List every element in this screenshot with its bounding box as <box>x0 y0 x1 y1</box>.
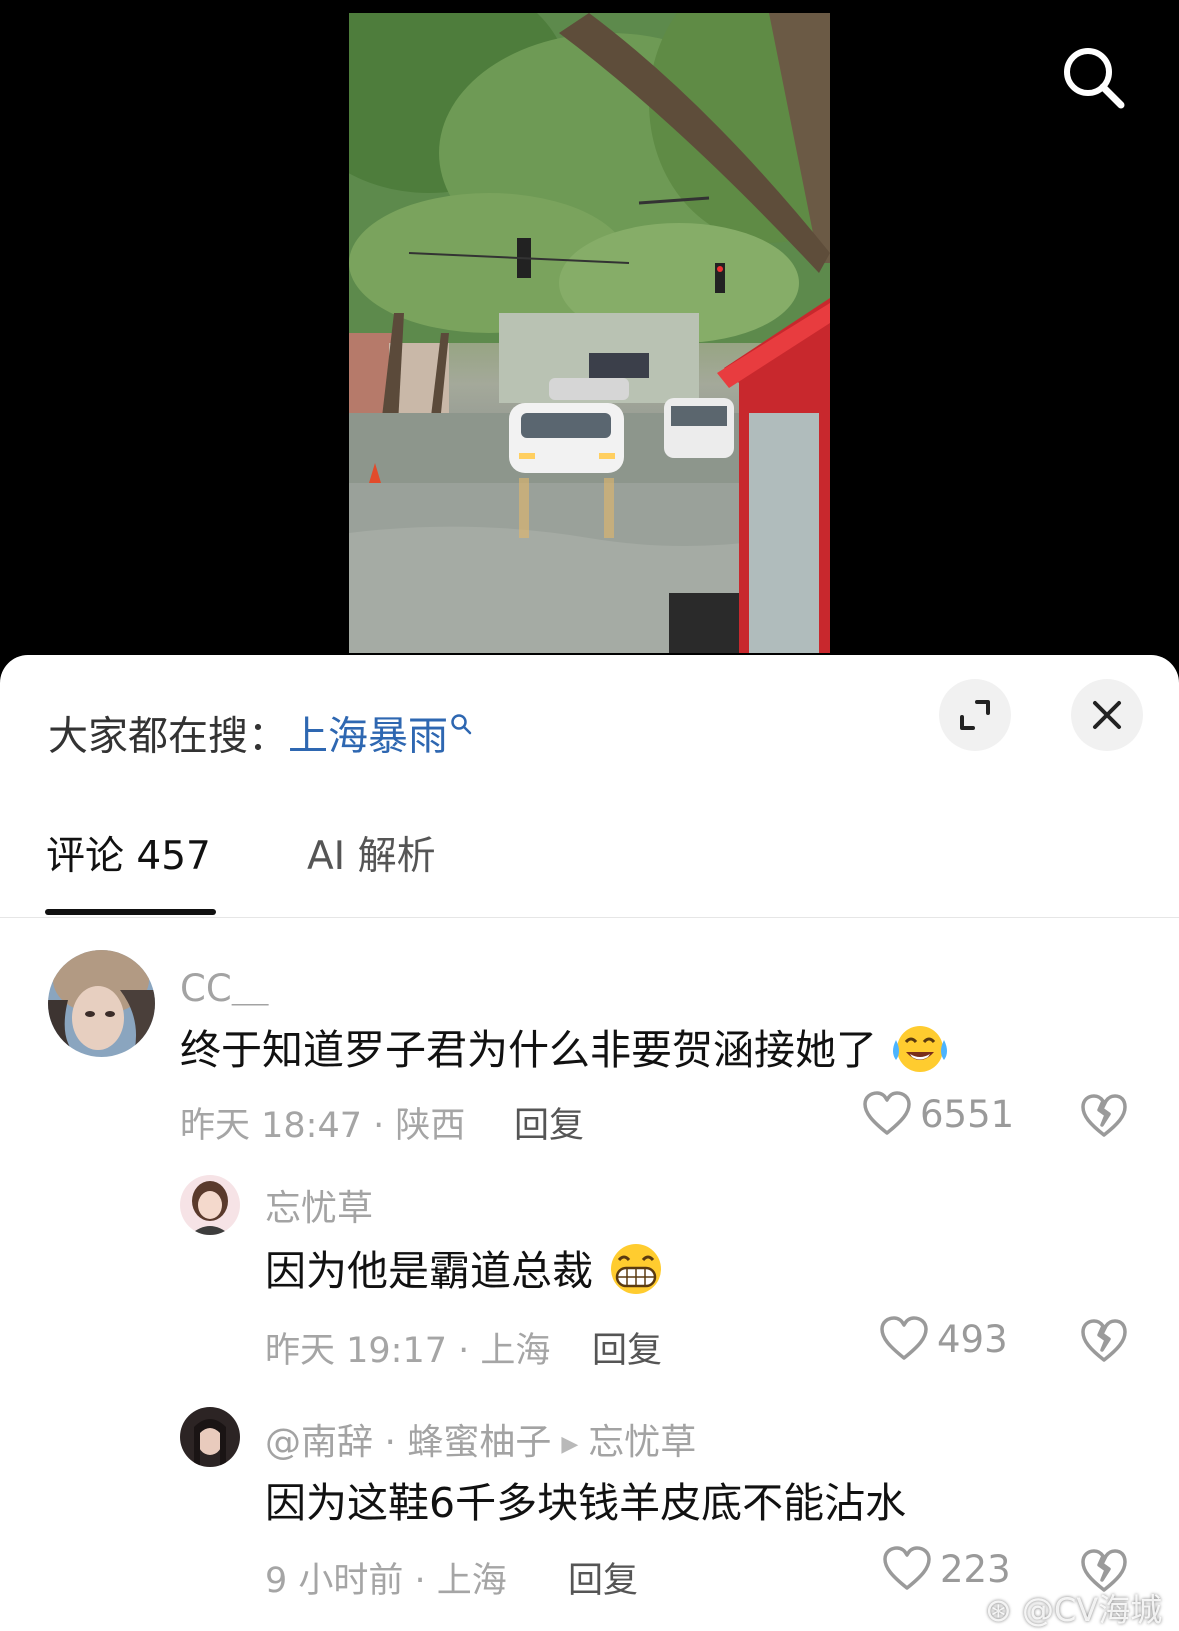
reply-button[interactable]: 回复 <box>568 1552 638 1603</box>
reply-meta: 昨天 19:17 · 上海 <box>265 1331 551 1371</box>
weibo-logo-icon: ⊛ <box>985 1591 1012 1629</box>
broken-heart-icon[interactable] <box>1080 1318 1128 1368</box>
reply-to-username[interactable]: 忘忧草 <box>588 1422 696 1463</box>
avatar[interactable] <box>180 1175 240 1235</box>
tab-comments[interactable]: 评论 457 <box>46 825 211 881</box>
heart-icon <box>880 1316 928 1360</box>
heart-icon <box>883 1546 931 1590</box>
reply-text: 因为这鞋6千多块钱羊皮底不能沾水 <box>265 1479 907 1527</box>
reply-button[interactable]: 回复 <box>592 1322 662 1373</box>
reply-button[interactable]: 回复 <box>514 1097 584 1148</box>
video-thumbnail[interactable] <box>349 13 830 653</box>
grinning-emoji <box>606 1242 666 1306</box>
comment-sheet: 大家都在搜：上海暴雨 评论 457 AI 解析 CC＿ 终于知道罗子君为什么非要… <box>0 655 1179 1631</box>
watermark: ⊛ @CV海城 <box>985 1585 1162 1631</box>
crying-laughing-emoji <box>890 1022 950 1084</box>
like-count: 6551 <box>920 1092 1015 1136</box>
close-button[interactable] <box>1071 679 1143 751</box>
reply-meta: 9 小时前 · 上海 <box>265 1561 507 1601</box>
avatar[interactable] <box>48 950 155 1057</box>
like-count: 493 <box>937 1317 1008 1361</box>
flooded-street-image <box>349 13 830 653</box>
reply-username[interactable]: 忘忧草 <box>265 1179 373 1231</box>
video-player[interactable] <box>0 0 1179 660</box>
reply-username-line: @南辞 · 蜂蜜柚子 ▶ 忘忧草 <box>265 1413 696 1465</box>
comment-text-body: 终于知道罗子君为什么非要贺涵接她了 <box>180 1026 877 1074</box>
expand-button[interactable] <box>939 679 1011 751</box>
like-button[interactable]: 6551 <box>862 1091 1014 1137</box>
tab-bar: 评论 457 AI 解析 <box>0 825 1179 918</box>
reply-text: 因为他是霸道总裁 <box>265 1237 666 1306</box>
hot-search-banner: 大家都在搜：上海暴雨 <box>48 699 472 761</box>
reply-username[interactable]: @南辞 · 蜂蜜柚子 <box>265 1422 551 1463</box>
active-tab-indicator <box>45 909 216 915</box>
comment-username[interactable]: CC＿ <box>180 958 269 1012</box>
comment-meta: 昨天 18:47 · 陕西 <box>180 1106 466 1146</box>
reply-arrow-icon: ▶ <box>561 1431 579 1457</box>
expand-icon <box>960 700 990 730</box>
broken-heart-icon[interactable] <box>1080 1093 1128 1143</box>
reply-text-body: 因为他是霸道总裁 <box>265 1247 593 1295</box>
avatar[interactable] <box>180 1407 240 1467</box>
close-icon <box>1093 701 1121 729</box>
heart-icon <box>863 1091 911 1135</box>
like-button[interactable]: 493 <box>879 1316 1008 1362</box>
comment-text: 终于知道罗子君为什么非要贺涵接她了 <box>180 1016 950 1084</box>
hot-search-keyword[interactable]: 上海暴雨 <box>288 713 448 759</box>
watermark-text: @CV海城 <box>1021 1591 1163 1629</box>
mini-search-icon[interactable] <box>450 699 472 745</box>
hot-search-prefix: 大家都在搜： <box>48 713 288 760</box>
search-icon[interactable] <box>1058 42 1128 112</box>
tab-ai-analysis[interactable]: AI 解析 <box>307 825 436 881</box>
